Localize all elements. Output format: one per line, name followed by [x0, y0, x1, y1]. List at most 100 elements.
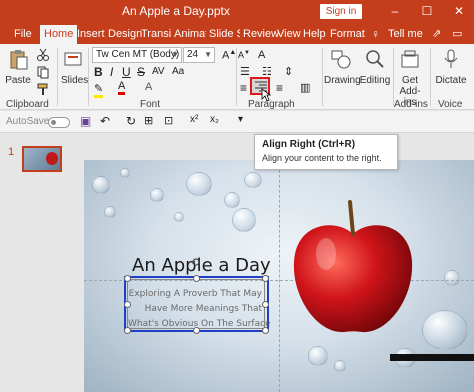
cut-icon[interactable]	[36, 48, 50, 62]
autosave-label: AutoSave	[6, 116, 50, 127]
underline-icon[interactable]: U	[122, 65, 131, 79]
justify-icon[interactable]: ≡	[276, 81, 283, 95]
vertical-guide	[279, 160, 280, 392]
ribbon: Paste Clipboard Slides Tw Cen MT (Body) ▼…	[0, 44, 474, 110]
superscript-icon[interactable]: x²	[190, 114, 198, 125]
share-icon[interactable]: ⇗	[432, 27, 441, 40]
dictate-button[interactable]: Dictate	[433, 48, 469, 86]
highlight-color-icon[interactable]: ✎	[94, 82, 104, 98]
tab-transitions[interactable]: Transiti	[139, 25, 171, 44]
drawing-label: Drawing	[324, 75, 361, 86]
slides-button[interactable]: Slides	[61, 48, 88, 86]
rotate-handle-icon[interactable]	[190, 256, 202, 268]
comments-icon[interactable]: ▭	[452, 27, 462, 40]
window-title: An Apple a Day.pptx	[122, 4, 230, 18]
tab-view[interactable]: View	[275, 25, 303, 44]
water-drop	[334, 360, 346, 372]
font-size-combo[interactable]: 24 ▼	[183, 47, 215, 63]
slide-canvas[interactable]: An Apple a Day Exploring A Proverb That …	[84, 160, 474, 392]
paste-button[interactable]: Paste	[5, 48, 31, 86]
image-caption-bar	[390, 354, 474, 361]
font-name-value: Tw Cen MT (Body)	[96, 49, 180, 60]
chevron-down-icon: ▼	[171, 50, 179, 59]
dictate-label: Dictate	[435, 75, 467, 86]
water-drop	[186, 172, 212, 196]
columns-icon[interactable]: ▥	[300, 81, 310, 94]
decrease-font-icon[interactable]: A▼	[238, 50, 250, 60]
quick-access-toolbar: AutoSave ▣ ↶ ↻ ⊞ ⊡ x² x₂ ▾	[0, 111, 474, 133]
paragraph-group-label: Paragraph	[248, 99, 295, 110]
mouse-cursor-icon	[261, 88, 271, 102]
font-name-combo[interactable]: Tw Cen MT (Body) ▼	[92, 47, 182, 63]
water-drop	[444, 270, 460, 286]
slide-thumbnail-pane: 1	[0, 134, 80, 392]
body-line-1: Exploring A Proverb That May	[128, 289, 262, 299]
apple-image[interactable]	[288, 198, 418, 336]
maximize-icon[interactable]: ☐	[418, 2, 436, 20]
redo-icon[interactable]: ↻	[126, 114, 136, 128]
italic-icon[interactable]: I	[110, 65, 113, 79]
tab-home[interactable]: Home	[40, 25, 78, 44]
paste-icon	[10, 50, 28, 70]
get-label: Get	[401, 75, 419, 86]
tab-help[interactable]: Help	[301, 25, 328, 44]
resize-handle[interactable]	[262, 327, 269, 334]
tell-me-box[interactable]: Tell me	[386, 25, 425, 44]
copy-icon[interactable]	[36, 65, 50, 79]
resize-handle[interactable]	[193, 275, 200, 282]
slide-thumbnail[interactable]	[22, 146, 62, 172]
resize-handle[interactable]	[124, 327, 131, 334]
font-size-value: 24	[187, 49, 199, 60]
editing-button[interactable]: Editing	[358, 48, 392, 86]
tooltip-title: Align Right (Ctrl+R)	[262, 139, 356, 150]
water-drop	[120, 168, 130, 178]
resize-handle[interactable]	[124, 301, 131, 308]
water-drop	[422, 310, 468, 350]
clear-formatting-icon[interactable]: A	[258, 49, 265, 61]
thumbnail-apple	[46, 152, 58, 165]
increase-font-icon[interactable]: A▲	[222, 49, 236, 62]
clipboard-group-label: Clipboard	[6, 99, 49, 110]
align-left-icon[interactable]: ≡	[240, 81, 247, 95]
character-spacing-icon[interactable]: AV	[152, 66, 165, 77]
tab-slide-show[interactable]: Slide Sl	[207, 25, 240, 44]
microphone-icon	[444, 49, 458, 68]
tab-file[interactable]: File	[12, 25, 34, 44]
shadow-icon[interactable]: A	[145, 81, 152, 93]
water-drop	[308, 346, 328, 366]
water-drop	[104, 206, 116, 218]
autosave-toggle[interactable]	[48, 117, 70, 128]
change-case-icon[interactable]: Aa	[172, 66, 184, 77]
undo-icon[interactable]: ↶	[100, 114, 110, 128]
tab-insert[interactable]: Insert	[75, 25, 107, 44]
presenter-icon[interactable]: ⊞	[144, 114, 153, 127]
font-color-icon[interactable]: A	[118, 80, 126, 95]
tab-animations[interactable]: Animat	[172, 25, 206, 44]
resize-handle[interactable]	[193, 327, 200, 334]
subscript-icon[interactable]: x₂	[210, 114, 219, 125]
resize-handle[interactable]	[262, 275, 269, 282]
resize-handle[interactable]	[262, 301, 269, 308]
save-icon[interactable]: ▣	[80, 114, 91, 128]
divider	[57, 48, 58, 106]
divider	[322, 48, 323, 106]
sign-in-button[interactable]: Sign in	[320, 4, 362, 19]
slide-layout-icon[interactable]: ⊡	[164, 114, 173, 127]
paste-label: Paste	[5, 75, 31, 86]
minimize-icon[interactable]: –	[386, 2, 404, 20]
resize-handle[interactable]	[124, 275, 131, 282]
body-line-2: Have More Meanings That	[144, 304, 262, 314]
bold-icon[interactable]: B	[94, 65, 103, 79]
tab-format[interactable]: Format	[328, 25, 367, 44]
chevron-down-icon: ▼	[204, 50, 212, 59]
customize-qat-icon[interactable]: ▾	[238, 114, 243, 125]
close-icon[interactable]: ✕	[450, 2, 468, 20]
format-painter-icon[interactable]	[36, 82, 50, 96]
strikethrough-icon[interactable]: S	[137, 65, 145, 79]
addins-group-label: Add-ins	[394, 99, 428, 110]
line-spacing-icon[interactable]: ⇕	[284, 65, 293, 78]
bullets-icon[interactable]: ☰	[240, 65, 250, 78]
editing-label: Editing	[359, 75, 391, 86]
font-group-label: Font	[140, 99, 161, 110]
drawing-button[interactable]: Drawing	[324, 48, 361, 86]
